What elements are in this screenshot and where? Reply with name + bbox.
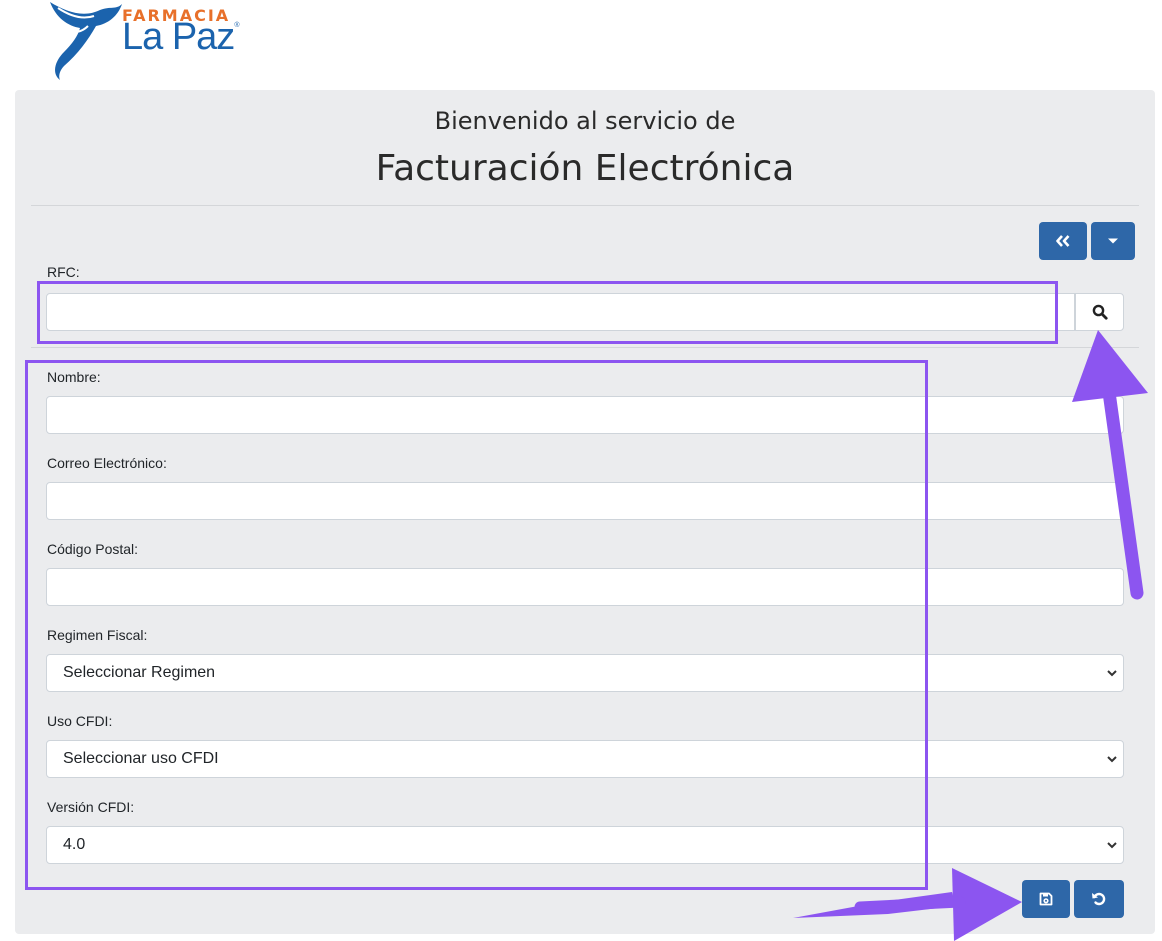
- arrow-to-save-icon: [793, 868, 1022, 941]
- arrow-to-search-icon: [1072, 330, 1148, 600]
- annotation-arrows: [793, 330, 1148, 941]
